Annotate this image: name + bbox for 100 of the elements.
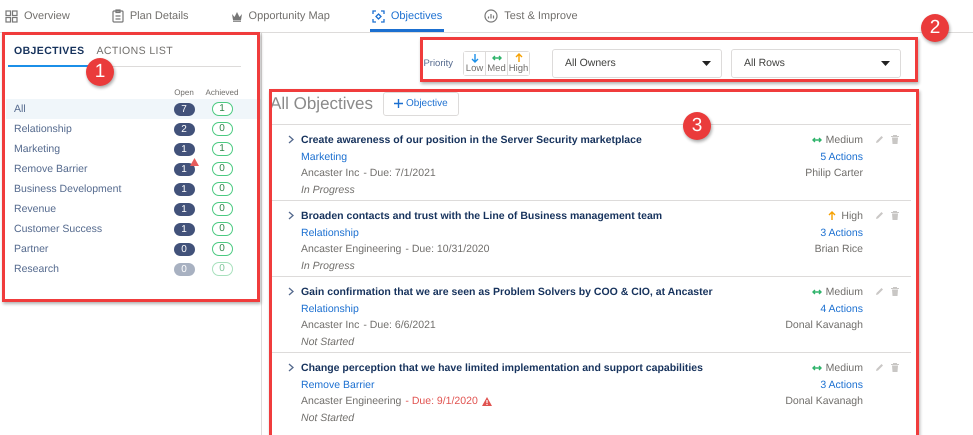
- priority-filter-button[interactable]: High: [507, 52, 529, 74]
- status-text: Not Started: [301, 334, 356, 350]
- priority-label: Medium: [812, 360, 863, 376]
- category-label: All: [14, 103, 27, 115]
- actions-link[interactable]: 3 Actions: [820, 376, 863, 393]
- open-count: 1: [174, 182, 194, 196]
- category-label: Relationship: [14, 123, 73, 135]
- category-row[interactable]: Business Development 1 0: [6, 179, 261, 199]
- category-row[interactable]: Customer Success 1 0: [6, 219, 261, 239]
- achieved-count: 1: [212, 142, 232, 156]
- priority-filter-button[interactable]: Med: [485, 52, 507, 74]
- chevron-icon[interactable]: [288, 363, 294, 372]
- chevron-icon[interactable]: [288, 211, 294, 220]
- category-link[interactable]: Remove Barrier: [301, 376, 743, 393]
- open-count: 0: [174, 262, 194, 276]
- priority-filter-button[interactable]: Low: [464, 52, 485, 74]
- category-label: Customer Success: [14, 223, 104, 235]
- category-label: Remove Barrier: [14, 163, 89, 175]
- trash-icon[interactable]: [891, 211, 899, 220]
- open-count: 1: [174, 162, 194, 176]
- account-name: Ancaster Inc: [301, 318, 360, 334]
- category-link[interactable]: Relationship: [301, 224, 743, 241]
- owner-name: Brian Rice: [814, 242, 863, 257]
- category-row[interactable]: Revenue 1 0: [6, 199, 261, 219]
- achieved-count: 1: [212, 102, 232, 116]
- due-date: - Due: 7/1/2021: [363, 166, 436, 182]
- column-header: Achieved: [204, 88, 240, 96]
- arrow-icon: [827, 211, 838, 222]
- owner-name: Donal Kavanagh: [785, 318, 863, 333]
- achieved-count: 0: [212, 182, 232, 196]
- actions-link[interactable]: 5 Actions: [820, 148, 863, 165]
- category-label: Partner: [14, 243, 50, 255]
- due-date: - Due: 6/6/2021: [363, 318, 436, 334]
- chart-icon: [484, 9, 498, 23]
- pencil-icon[interactable]: [875, 135, 884, 144]
- nav-tab[interactable]: Opportunity Map: [228, 0, 332, 32]
- priority-label: Medium: [812, 132, 863, 148]
- plus-icon: [394, 99, 403, 108]
- nav-tab[interactable]: Overview: [3, 0, 72, 32]
- objective-title[interactable]: Change perception that we have limited implementation and support capabilities: [301, 360, 743, 376]
- open-count: 1: [174, 202, 194, 216]
- category-link[interactable]: Marketing: [301, 148, 743, 165]
- arrow-icon: [514, 52, 524, 62]
- trash-icon[interactable]: [891, 135, 899, 144]
- open-count: 1: [174, 142, 194, 156]
- column-header: Open: [173, 88, 195, 96]
- priority-label: Medium: [812, 284, 863, 300]
- pencil-icon[interactable]: [875, 363, 884, 372]
- actions-link[interactable]: 4 Actions: [820, 300, 863, 317]
- category-label: Revenue: [14, 203, 58, 215]
- priority-label: Priority: [423, 58, 453, 68]
- category-label: Business Development: [14, 183, 122, 195]
- arrow-icon: [470, 52, 480, 62]
- pencil-icon[interactable]: [875, 287, 884, 296]
- objective-title[interactable]: Gain confirmation that we are seen as Problem Solvers by COO & CIO, at Ancaster: [301, 284, 743, 300]
- callout-number: 1: [86, 58, 114, 86]
- nav-tab[interactable]: Plan Details: [110, 0, 191, 32]
- dropdown[interactable]: All Owners: [552, 48, 722, 78]
- owner-name: Philip Carter: [805, 166, 863, 181]
- warning-icon: [482, 396, 492, 406]
- caret-icon: [702, 60, 711, 66]
- due-date: - Due: 10/31/2020: [405, 242, 490, 258]
- open-count: 1: [174, 222, 194, 236]
- open-count: 7: [174, 102, 194, 116]
- category-row[interactable]: All 7 1: [6, 99, 261, 119]
- account-name: Ancaster Inc: [301, 166, 360, 182]
- category-row[interactable]: Remove Barrier 1 0: [6, 159, 261, 179]
- category-row[interactable]: Relationship 2 0: [6, 119, 261, 139]
- clipboard-icon: [112, 9, 124, 23]
- achieved-count: 0: [212, 162, 232, 176]
- achieved-count: 0: [212, 122, 232, 136]
- open-count: 0: [174, 242, 194, 256]
- category-link[interactable]: Relationship: [301, 300, 743, 317]
- chevron-icon[interactable]: [288, 287, 294, 296]
- category-row[interactable]: Marketing 1 1: [6, 139, 261, 159]
- dropdown[interactable]: All Rows: [731, 48, 901, 78]
- objective-title[interactable]: Broaden contacts and trust with the Line of Business management team: [301, 208, 743, 224]
- chevron-icon[interactable]: [288, 135, 294, 144]
- nav-tab[interactable]: Test & Improve: [482, 0, 580, 32]
- category-label: Research: [14, 263, 60, 275]
- achieved-count: 0: [212, 202, 232, 216]
- achieved-count: 0: [212, 242, 232, 256]
- pencil-icon[interactable]: [875, 211, 884, 220]
- trash-icon[interactable]: [891, 287, 899, 296]
- actions-link[interactable]: 3 Actions: [820, 224, 863, 241]
- category-label: Marketing: [14, 143, 62, 155]
- achieved-count: 0: [212, 222, 232, 236]
- status-text: In Progress: [301, 258, 356, 274]
- trash-icon[interactable]: [891, 363, 899, 372]
- owner-name: Donal Kavanagh: [785, 394, 863, 409]
- priority-label: High: [827, 208, 863, 224]
- account-name: Ancaster Engineering: [301, 394, 402, 410]
- add-objective-button[interactable]: Objective: [382, 92, 459, 116]
- callout-number: 2: [921, 14, 949, 42]
- category-row[interactable]: Partner 0 0: [6, 239, 261, 259]
- nav-tab[interactable]: Objectives: [370, 0, 444, 32]
- open-count: 2: [174, 122, 194, 136]
- achieved-count: 0: [212, 262, 232, 276]
- double-arrow-icon: [492, 52, 502, 62]
- account-name: Ancaster Engineering: [301, 242, 402, 258]
